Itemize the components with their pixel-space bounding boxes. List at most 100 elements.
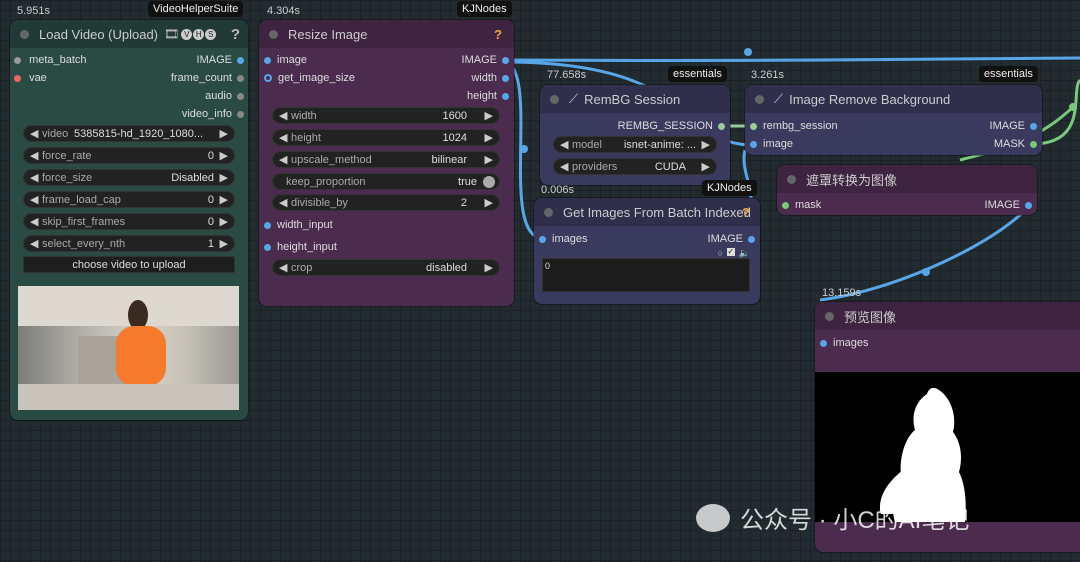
widget-label: select_every_nth [42, 238, 126, 250]
arrow-right-icon[interactable]: ▶ [220, 126, 228, 143]
rembg-session-node[interactable]: ⟋ RemBG Session REMBG_SESSION ◀ model isne… [540, 85, 730, 185]
output-image[interactable]: IMAGE [985, 197, 1032, 213]
arrow-left-icon[interactable]: ◀ [30, 148, 38, 165]
help-icon[interactable]: ? [231, 26, 240, 43]
widget-divisible-by[interactable]: ◀ divisible_by 2 ▶ [272, 194, 500, 211]
arrow-left-icon[interactable]: ◀ [279, 152, 287, 169]
checkbox-icon[interactable]: ✓ [726, 248, 735, 256]
input-get-image-size[interactable]: get_image_size [264, 70, 355, 86]
input-images[interactable]: images [539, 231, 587, 247]
arrow-right-icon[interactable]: ▶ [220, 148, 228, 165]
input-label: meta_batch [29, 54, 87, 66]
arrow-right-icon[interactable]: ▶ [702, 159, 710, 176]
collapse-dot[interactable] [825, 311, 834, 321]
input-label: image [277, 54, 307, 66]
arrow-right-icon[interactable]: ▶ [485, 260, 493, 277]
node-header[interactable]: 预览图像 [815, 302, 1080, 330]
collapse-dot[interactable] [544, 207, 553, 217]
output-frame-count[interactable]: frame_count [171, 70, 244, 86]
arrow-left-icon[interactable]: ◀ [279, 108, 287, 125]
collapse-dot[interactable] [550, 94, 559, 104]
arrow-right-icon[interactable]: ▶ [485, 195, 493, 212]
widget-width[interactable]: ◀ width 1600 ▶ [272, 107, 500, 124]
output-audio[interactable]: audio [205, 88, 244, 104]
collapse-dot[interactable] [20, 29, 29, 39]
output-image[interactable]: IMAGE [462, 52, 509, 68]
arrow-left-icon[interactable]: ◀ [279, 260, 287, 277]
widget-force-rate[interactable]: ◀ force_rate 0 ▶ [23, 147, 235, 164]
widget-crop[interactable]: ◀ crop disabled ▶ [272, 259, 500, 276]
arrow-left-icon[interactable]: ◀ [30, 192, 38, 209]
widget-providers[interactable]: ◀ providers CUDA ▶ [553, 158, 717, 175]
widget-force-size[interactable]: ◀ force_size Disabled ▶ [23, 169, 235, 186]
image-remove-background-node[interactable]: ⟋ Image Remove Background rembg_session … [745, 85, 1042, 155]
output-image[interactable]: IMAGE [990, 118, 1037, 134]
help-icon[interactable]: ? [742, 205, 750, 220]
node-header[interactable]: Load Video (Upload) 🎞 V H S ? [10, 20, 248, 48]
widget-height[interactable]: ◀ height 1024 ▶ [272, 129, 500, 146]
widget-upscale-method[interactable]: ◀ upscale_method bilinear ▶ [272, 151, 500, 168]
output-height[interactable]: height [467, 88, 509, 104]
input-width-input[interactable]: width_input [264, 217, 333, 233]
arrow-left-icon[interactable]: ◀ [560, 137, 568, 154]
widget-video[interactable]: ◀ video 5385815-hd_1920_1080... ▶ [23, 125, 235, 142]
arrow-right-icon[interactable]: ▶ [220, 170, 228, 187]
toggle-keep-proportion[interactable]: keep_proportion true [272, 173, 500, 190]
arrow-left-icon[interactable]: ◀ [30, 214, 38, 231]
load-video-node[interactable]: Load Video (Upload) 🎞 V H S ? meta_batch… [10, 20, 248, 420]
help-icon[interactable]: ? [494, 27, 502, 42]
output-video-info[interactable]: video_info [182, 106, 244, 122]
output-rembg-session[interactable]: REMBG_SESSION [618, 118, 725, 134]
input-vae[interactable]: vae [14, 70, 47, 86]
mask-to-image-node[interactable]: 遮罩转换为图像 mask IMAGE [777, 165, 1037, 215]
widget-value: 0 [207, 150, 214, 162]
film-icon: 🎞 [164, 27, 180, 41]
output-image[interactable]: IMAGE [197, 52, 244, 68]
widget-model[interactable]: ◀ model isnet-anime: ... ▶ [553, 136, 717, 153]
arrow-left-icon[interactable]: ◀ [30, 236, 38, 253]
arrow-left-icon[interactable]: ◀ [30, 126, 38, 143]
output-label: IMAGE [461, 54, 497, 66]
input-image[interactable]: image [750, 136, 793, 152]
output-width[interactable]: width [471, 70, 509, 86]
input-meta-batch[interactable]: meta_batch [14, 52, 87, 68]
node-header[interactable]: ⟋ Image Remove Background [745, 85, 1042, 113]
input-image[interactable]: image [264, 52, 307, 68]
arrow-left-icon[interactable]: ◀ [279, 195, 287, 212]
output-image[interactable]: IMAGE [708, 231, 755, 247]
widget-label: frame_load_cap [42, 194, 121, 206]
collapse-dot[interactable] [269, 29, 278, 39]
arrow-right-icon[interactable]: ▶ [485, 130, 493, 147]
input-label: width_input [277, 219, 333, 231]
widget-frame-load-cap[interactable]: ◀ frame_load_cap 0 ▶ [23, 191, 235, 208]
arrow-left-icon[interactable]: ◀ [30, 170, 38, 187]
node-header[interactable]: ⟋ RemBG Session [540, 85, 730, 113]
widget-skip-first-frames[interactable]: ◀ skip_first_frames 0 ▶ [23, 213, 235, 230]
node-header[interactable]: Get Images From Batch Indexed ? [534, 198, 760, 226]
get-images-from-batch-node[interactable]: Get Images From Batch Indexed ? images I… [534, 198, 760, 304]
input-mask[interactable]: mask [782, 197, 821, 213]
collapse-dot[interactable] [755, 94, 764, 104]
input-height-input[interactable]: height_input [264, 239, 337, 255]
arrow-right-icon[interactable]: ▶ [702, 137, 710, 154]
node-header[interactable]: Resize Image ? [259, 20, 514, 48]
resize-image-node[interactable]: Resize Image ? image get_image_size IMAG… [259, 20, 514, 306]
arrow-right-icon[interactable]: ▶ [220, 236, 228, 253]
collapse-dot[interactable] [787, 174, 796, 184]
node-header[interactable]: 遮罩转换为图像 [777, 165, 1037, 193]
arrow-right-icon[interactable]: ▶ [220, 214, 228, 231]
arrow-right-icon[interactable]: ▶ [220, 192, 228, 209]
arrow-right-icon[interactable]: ▶ [485, 108, 493, 125]
indexes-textarea[interactable]: 0 [542, 258, 750, 292]
arrow-left-icon[interactable]: ◀ [279, 130, 287, 147]
toggle-knob[interactable] [483, 176, 495, 188]
output-label: IMAGE [196, 54, 232, 66]
input-rembg-session[interactable]: rembg_session [750, 118, 838, 134]
output-mask[interactable]: MASK [994, 136, 1037, 152]
upload-button[interactable]: choose video to upload [23, 256, 235, 273]
input-images[interactable]: images [820, 335, 868, 351]
widget-value: 1600 [442, 110, 467, 122]
widget-select-every-nth[interactable]: ◀ select_every_nth 1 ▶ [23, 235, 235, 252]
arrow-right-icon[interactable]: ▶ [485, 152, 493, 169]
arrow-left-icon[interactable]: ◀ [560, 159, 568, 176]
